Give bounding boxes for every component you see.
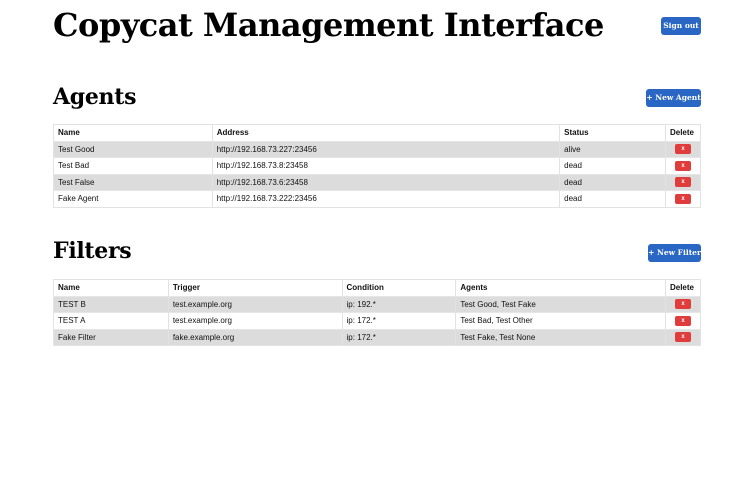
new-filter-button[interactable]: + New Filter xyxy=(648,244,701,262)
table-row: Test False http://192.168.73.6:23458 dea… xyxy=(53,173,701,191)
agent-address: http://192.168.73.227:23456 xyxy=(211,140,560,158)
filter-agents: Test Fake, Test None xyxy=(455,328,666,346)
table-row: Test Bad http://192.168.73.8:23458 dead … xyxy=(53,157,701,174)
agent-name: Test Bad xyxy=(53,157,213,174)
agents-table-header: Name Address Status Delete xyxy=(53,124,701,141)
filter-name: Fake Filter xyxy=(53,328,169,346)
filters-table: Name Trigger Condition Agents Delete TES… xyxy=(53,279,701,346)
agents-table: Name Address Status Delete Test Good htt… xyxy=(53,124,701,208)
filter-agents: Test Bad, Test Other xyxy=(455,312,666,329)
delete-agent-button[interactable]: x xyxy=(674,193,691,204)
column-header-status: Status xyxy=(559,124,666,141)
delete-filter-button[interactable]: x xyxy=(674,315,691,326)
filter-trigger: test.example.org xyxy=(167,312,343,329)
agent-name: Test False xyxy=(53,173,213,191)
agent-name: Test Good xyxy=(53,140,213,158)
agent-address: http://192.168.73.8:23458 xyxy=(211,157,560,174)
delete-cell: x xyxy=(664,312,701,329)
filters-table-header: Name Trigger Condition Agents Delete xyxy=(53,279,701,296)
filter-trigger: fake.example.org xyxy=(167,328,343,346)
filter-condition: ip: 172.* xyxy=(341,312,456,329)
agent-status: dead xyxy=(559,173,666,191)
delete-cell: x xyxy=(664,140,701,158)
table-row: TEST B test.example.org ip: 192.* Test G… xyxy=(53,295,701,313)
column-header-condition: Condition xyxy=(341,279,456,296)
table-row: Fake Agent http://192.168.73.222:23456 d… xyxy=(53,190,701,207)
delete-cell: x xyxy=(664,295,701,313)
column-header-delete: Delete xyxy=(664,279,701,296)
sign-out-button[interactable]: Sign out xyxy=(661,17,701,35)
delete-cell: x xyxy=(664,173,701,191)
table-row: Test Good http://192.168.73.227:23456 al… xyxy=(53,140,701,158)
column-header-name: Name xyxy=(53,124,213,141)
filters-heading: Filters xyxy=(53,238,132,264)
delete-agent-button[interactable]: x xyxy=(674,144,691,155)
column-header-name: Name xyxy=(53,279,169,296)
agent-status: dead xyxy=(559,157,666,174)
column-header-delete: Delete xyxy=(664,124,701,141)
agent-address: http://192.168.73.6:23458 xyxy=(211,173,560,191)
table-row: Fake Filter fake.example.org ip: 172.* T… xyxy=(53,328,701,346)
agent-name: Fake Agent xyxy=(53,190,213,207)
column-header-agents: Agents xyxy=(455,279,666,296)
filter-condition: ip: 192.* xyxy=(341,295,456,313)
new-agent-button[interactable]: + New Agent xyxy=(646,89,701,107)
delete-cell: x xyxy=(664,328,701,346)
column-header-address: Address xyxy=(211,124,560,141)
delete-filter-button[interactable]: x xyxy=(674,299,691,310)
page-title: Copycat Management Interface xyxy=(53,6,604,44)
filter-name: TEST A xyxy=(53,312,169,329)
table-row: TEST A test.example.org ip: 172.* Test B… xyxy=(53,312,701,329)
filter-name: TEST B xyxy=(53,295,169,313)
agent-address: http://192.168.73.222:23456 xyxy=(211,190,560,207)
delete-cell: x xyxy=(664,157,701,174)
delete-cell: x xyxy=(664,190,701,207)
filter-agents: Test Good, Test Fake xyxy=(455,295,666,313)
column-header-trigger: Trigger xyxy=(167,279,343,296)
filter-condition: ip: 172.* xyxy=(341,328,456,346)
delete-filter-button[interactable]: x xyxy=(674,332,691,343)
agents-heading: Agents xyxy=(53,84,137,110)
agent-status: alive xyxy=(559,140,666,158)
filter-trigger: test.example.org xyxy=(167,295,343,313)
delete-agent-button[interactable]: x xyxy=(674,160,691,171)
agent-status: dead xyxy=(559,190,666,207)
delete-agent-button[interactable]: x xyxy=(674,177,691,188)
